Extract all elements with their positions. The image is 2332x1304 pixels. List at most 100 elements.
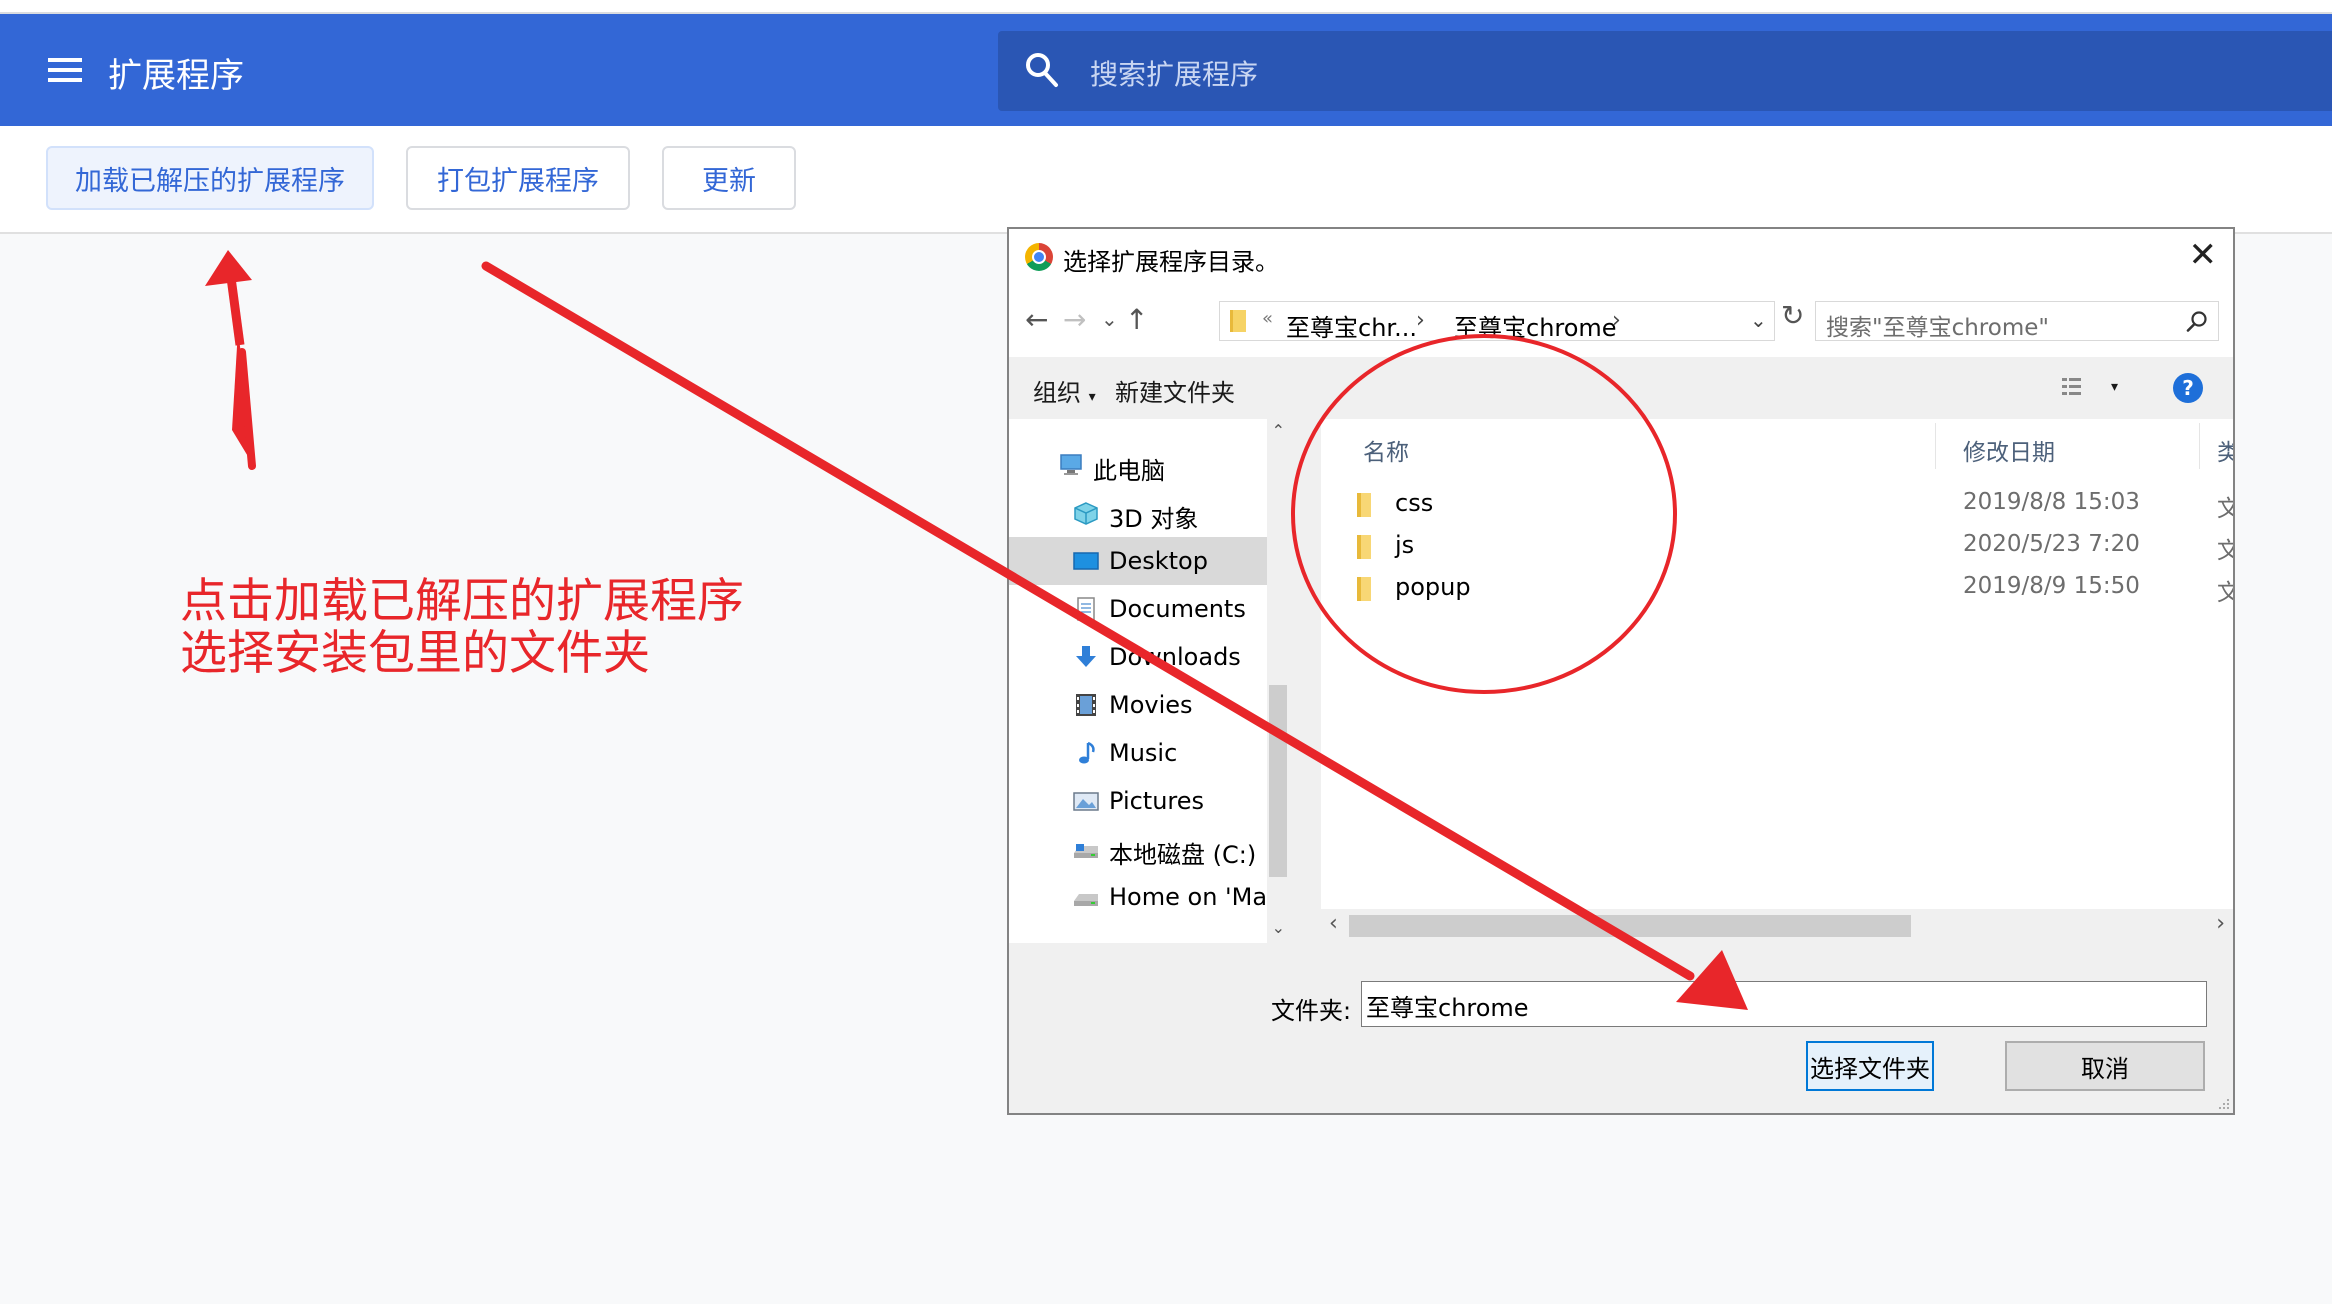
horizontal-scrollbar[interactable]: ‹ › xyxy=(1321,909,2233,943)
movies-icon xyxy=(1076,694,1096,716)
chevron-down-icon[interactable]: ⌄ xyxy=(1750,308,1767,332)
column-separator[interactable] xyxy=(1935,423,1936,469)
update-button[interactable]: 更新 xyxy=(662,146,796,210)
nav-label: 3D 对象 xyxy=(1109,505,1199,533)
address-overflow[interactable]: « xyxy=(1262,308,1273,329)
column-header-date[interactable]: 修改日期 xyxy=(1963,433,2055,467)
page-title: 扩展程序 xyxy=(108,56,244,96)
pictures-icon xyxy=(1073,792,1099,811)
scroll-right-icon[interactable]: › xyxy=(2216,911,2225,936)
pack-extension-button[interactable]: 打包扩展程序 xyxy=(406,146,630,210)
nav-item-3d-objects[interactable]: 3D 对象 xyxy=(1009,489,1287,537)
file-date: 2019/8/9 15:50 xyxy=(1963,573,2140,599)
desktop-icon xyxy=(1073,552,1099,570)
scrollbar-thumb[interactable] xyxy=(1349,915,1911,937)
file-date: 2019/8/8 15:03 xyxy=(1963,489,2140,515)
file-name: popup xyxy=(1395,573,1471,601)
folder-name-input[interactable]: 至尊宝chrome xyxy=(1361,981,2207,1027)
extensions-toolbar: 加载已解压的扩展程序 打包扩展程序 更新 xyxy=(0,126,2332,234)
chevron-right-icon[interactable]: › xyxy=(1612,308,1621,333)
annotation-line-1: 点击加载已解压的扩展程序 xyxy=(180,574,744,629)
file-list-pane: 名称 修改日期 类 css 2019/8/8 15:03 文 js 2020/5… xyxy=(1321,419,2233,943)
organize-menu[interactable]: 组织 ▾ xyxy=(1033,373,1096,408)
dialog-titlebar: 选择扩展程序目录。 ✕ xyxy=(1009,229,2233,285)
nav-item-local-disk[interactable]: 本地磁盘 (C:) xyxy=(1009,825,1287,873)
up-arrow-icon[interactable]: ↑ xyxy=(1125,303,1148,336)
nav-item-home-on-mac[interactable]: Home on 'Mac' xyxy=(1009,873,1287,921)
folder-icon xyxy=(1230,310,1246,332)
nav-label: Desktop xyxy=(1109,547,1208,575)
dialog-navigation-bar: ← → ⌄ ↑ « 至尊宝chr... › 至尊宝chrome › ⌄ ↻ 搜索… xyxy=(1009,285,2233,357)
search-placeholder: 搜索扩展程序 xyxy=(1090,58,1259,91)
nav-item-music[interactable]: Music xyxy=(1009,729,1287,777)
nav-label: Music xyxy=(1109,739,1178,767)
downloads-icon xyxy=(1076,646,1096,667)
nav-label: 本地磁盘 (C:) xyxy=(1109,841,1257,869)
nav-item-downloads[interactable]: Downloads xyxy=(1009,633,1287,681)
help-icon[interactable]: ? xyxy=(2173,373,2203,403)
network-drive-icon xyxy=(1074,894,1098,906)
file-name: css xyxy=(1395,489,1434,517)
dropdown-arrow-icon: ▾ xyxy=(1088,389,1096,405)
drive-icon xyxy=(1074,844,1098,858)
select-folder-button[interactable]: 选择文件夹 xyxy=(1806,1041,1934,1091)
dialog-title: 选择扩展程序目录。 xyxy=(1063,248,1279,276)
close-icon[interactable]: ✕ xyxy=(2189,237,2218,273)
forward-arrow-icon[interactable]: → xyxy=(1063,303,1086,336)
new-folder-button[interactable]: 新建文件夹 xyxy=(1115,373,1235,408)
extensions-search-input[interactable]: 搜索扩展程序 xyxy=(998,31,2332,111)
nav-item-documents[interactable]: Documents xyxy=(1009,585,1287,633)
back-arrow-icon[interactable]: ← xyxy=(1025,303,1048,336)
scroll-down-icon[interactable]: ⌄ xyxy=(1272,918,1285,937)
file-type: 文 xyxy=(2217,496,2233,522)
folder-field-label: 文件夹: xyxy=(1271,997,1352,1025)
chevron-right-icon[interactable]: › xyxy=(1416,308,1425,333)
select-folder-dialog: 选择扩展程序目录。 ✕ ← → ⌄ ↑ « 至尊宝chr... › 至尊宝chr… xyxy=(1007,227,2235,1115)
nav-item-movies[interactable]: Movies xyxy=(1009,681,1287,729)
column-separator[interactable] xyxy=(2199,423,2200,469)
annotation-line-2: 选择安装包里的文件夹 xyxy=(180,626,650,681)
dialog-command-bar: 组织 ▾ 新建文件夹 ▾ ? xyxy=(1009,357,2233,419)
file-row[interactable]: popup 2019/8/9 15:50 文 xyxy=(1321,569,2233,611)
nav-item-pictures[interactable]: Pictures xyxy=(1009,777,1287,825)
browser-top-strip xyxy=(0,0,2332,14)
resize-grip-icon[interactable] xyxy=(2215,1095,2231,1111)
extensions-header: 扩展程序 搜索扩展程序 xyxy=(0,14,2332,126)
annotation-text: 点击加载已解压的扩展程序 选择安装包里的文件夹 xyxy=(180,576,744,680)
nav-label: Home on 'Mac' xyxy=(1109,883,1287,911)
column-header-type[interactable]: 类 xyxy=(2217,433,2233,467)
column-header-name[interactable]: 名称 xyxy=(1363,433,1409,467)
file-type: 文 xyxy=(2217,538,2233,564)
recent-locations-chevron-icon[interactable]: ⌄ xyxy=(1101,307,1118,331)
scrollbar-thumb[interactable] xyxy=(1269,685,1287,877)
3d-objects-icon xyxy=(1074,502,1098,525)
up-arrow-annotation xyxy=(205,250,256,470)
address-segment[interactable]: 至尊宝chrome xyxy=(1454,308,1617,343)
address-segment[interactable]: 至尊宝chr... xyxy=(1286,308,1417,343)
load-unpacked-button[interactable]: 加载已解压的扩展程序 xyxy=(46,146,374,210)
search-icon xyxy=(2186,311,2207,332)
address-bar[interactable]: « 至尊宝chr... › 至尊宝chrome › ⌄ xyxy=(1219,301,1775,343)
view-dropdown-arrow-icon[interactable]: ▾ xyxy=(2111,379,2118,395)
nav-label: Documents xyxy=(1109,595,1246,623)
file-date: 2020/5/23 7:20 xyxy=(1963,531,2140,557)
view-options-icon[interactable] xyxy=(2061,375,2091,401)
file-row[interactable]: js 2020/5/23 7:20 文 xyxy=(1321,527,2233,569)
music-icon xyxy=(1079,741,1095,764)
dialog-search-placeholder: 搜索"至尊宝chrome" xyxy=(1826,315,2049,341)
organize-label: 组织 xyxy=(1033,379,1081,407)
scroll-left-icon[interactable]: ‹ xyxy=(1329,911,1338,936)
navigation-pane: 此电脑 3D 对象 Desktop Documents Downloads Mo… xyxy=(1009,419,1289,943)
cancel-button[interactable]: 取消 xyxy=(2005,1041,2205,1091)
nav-label: 此电脑 xyxy=(1093,457,1165,485)
scroll-up-icon[interactable]: ⌃ xyxy=(1272,421,1285,440)
nav-item-this-pc[interactable]: 此电脑 xyxy=(1009,441,1287,489)
refresh-icon[interactable]: ↻ xyxy=(1781,299,1804,332)
hamburger-menu-icon[interactable] xyxy=(48,56,82,84)
chrome-logo-icon xyxy=(1025,243,1053,271)
dialog-search-input[interactable]: 搜索"至尊宝chrome" xyxy=(1815,301,2219,341)
nav-scrollbar[interactable]: ⌃ ⌄ xyxy=(1267,419,1289,943)
pc-icon xyxy=(1060,454,1082,475)
nav-item-desktop[interactable]: Desktop xyxy=(1009,537,1287,585)
file-row[interactable]: css 2019/8/8 15:03 文 xyxy=(1321,485,2233,527)
